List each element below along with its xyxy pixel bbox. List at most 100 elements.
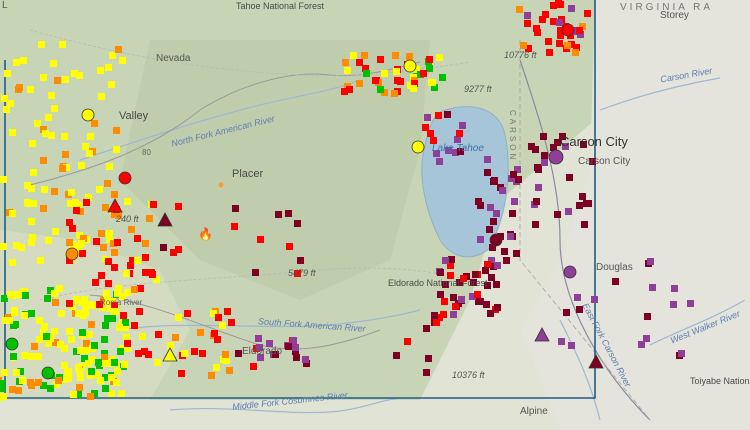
sensor-square-icon[interactable] xyxy=(292,344,299,351)
sensor-square-icon[interactable] xyxy=(250,363,257,370)
sensor-square-icon[interactable] xyxy=(36,336,43,343)
sensor-square-icon[interactable] xyxy=(406,53,413,60)
sensor-square-icon[interactable] xyxy=(3,106,10,113)
sensor-square-icon[interactable] xyxy=(29,234,36,241)
sensor-square-icon[interactable] xyxy=(80,312,87,319)
sensor-square-icon[interactable] xyxy=(344,67,351,74)
sensor-square-icon[interactable] xyxy=(272,351,279,358)
sensor-square-icon[interactable] xyxy=(100,244,107,251)
sensor-square-icon[interactable] xyxy=(51,188,58,195)
sensor-square-icon[interactable] xyxy=(420,70,427,77)
sensor-square-icon[interactable] xyxy=(115,212,122,219)
sensor-square-icon[interactable] xyxy=(101,360,108,367)
sensor-square-icon[interactable] xyxy=(71,70,78,77)
sensor-square-icon[interactable] xyxy=(294,220,301,227)
sensor-square-icon[interactable] xyxy=(533,198,540,205)
sensor-square-icon[interactable] xyxy=(540,133,547,140)
sensor-square-icon[interactable] xyxy=(66,300,73,307)
sensor-square-icon[interactable] xyxy=(513,250,520,257)
sensor-square-icon[interactable] xyxy=(40,74,47,81)
sensor-square-icon[interactable] xyxy=(444,111,451,118)
sensor-square-icon[interactable] xyxy=(393,352,400,359)
sensor-square-icon[interactable] xyxy=(35,353,42,360)
sensor-square-icon[interactable] xyxy=(83,199,90,206)
monitor-circle-icon[interactable] xyxy=(411,140,425,154)
sensor-square-icon[interactable] xyxy=(104,315,111,322)
sensor-square-icon[interactable] xyxy=(554,139,561,146)
sensor-square-icon[interactable] xyxy=(9,386,16,393)
sensor-square-icon[interactable] xyxy=(105,280,112,287)
sensor-square-icon[interactable] xyxy=(102,204,109,211)
sensor-square-icon[interactable] xyxy=(397,78,404,85)
sensor-square-icon[interactable] xyxy=(678,350,685,357)
sensor-square-icon[interactable] xyxy=(137,285,144,292)
sensor-square-icon[interactable] xyxy=(275,211,282,218)
sensor-square-icon[interactable] xyxy=(670,301,677,308)
sensor-square-icon[interactable] xyxy=(550,2,557,9)
sensor-square-icon[interactable] xyxy=(439,74,446,81)
sensor-square-icon[interactable] xyxy=(113,146,120,153)
sensor-square-icon[interactable] xyxy=(27,86,34,93)
sensor-square-icon[interactable] xyxy=(37,257,44,264)
sensor-square-icon[interactable] xyxy=(556,40,563,47)
sensor-square-icon[interactable] xyxy=(21,312,28,319)
sensor-square-icon[interactable] xyxy=(70,391,77,398)
sensor-square-icon[interactable] xyxy=(102,385,109,392)
sensor-square-icon[interactable] xyxy=(65,375,72,382)
sensor-square-icon[interactable] xyxy=(437,291,444,298)
sensor-square-icon[interactable] xyxy=(79,329,86,336)
sensor-square-icon[interactable] xyxy=(584,10,591,17)
sensor-square-icon[interactable] xyxy=(103,290,110,297)
sensor-square-icon[interactable] xyxy=(19,377,26,384)
sensor-square-icon[interactable] xyxy=(172,334,179,341)
monitor-triangle-icon[interactable] xyxy=(107,198,123,213)
sensor-square-icon[interactable] xyxy=(450,294,457,301)
sensor-square-icon[interactable] xyxy=(491,177,498,184)
sensor-square-icon[interactable] xyxy=(425,355,432,362)
sensor-square-icon[interactable] xyxy=(13,369,20,376)
sensor-square-icon[interactable] xyxy=(404,338,411,345)
sensor-square-icon[interactable] xyxy=(533,25,540,32)
sensor-square-icon[interactable] xyxy=(6,317,13,324)
sensor-square-icon[interactable] xyxy=(82,302,89,309)
sensor-square-icon[interactable] xyxy=(649,284,656,291)
sensor-square-icon[interactable] xyxy=(15,387,22,394)
sensor-layer[interactable]: 🔥 xyxy=(0,0,750,430)
sensor-square-icon[interactable] xyxy=(423,325,430,332)
sensor-square-icon[interactable] xyxy=(524,20,531,27)
sensor-square-icon[interactable] xyxy=(346,86,353,93)
sensor-square-icon[interactable] xyxy=(285,343,292,350)
sensor-square-icon[interactable] xyxy=(136,308,143,315)
sensor-square-icon[interactable] xyxy=(150,201,157,208)
sensor-square-icon[interactable] xyxy=(524,12,531,19)
sensor-square-icon[interactable] xyxy=(429,79,436,86)
sensor-square-icon[interactable] xyxy=(483,301,490,308)
sensor-square-icon[interactable] xyxy=(79,250,86,257)
sensor-square-icon[interactable] xyxy=(503,257,510,264)
sensor-square-icon[interactable] xyxy=(111,264,118,271)
sensor-square-icon[interactable] xyxy=(363,70,370,77)
sensor-square-icon[interactable] xyxy=(255,335,262,342)
sensor-square-icon[interactable] xyxy=(106,163,113,170)
sensor-square-icon[interactable] xyxy=(117,348,124,355)
sensor-square-icon[interactable] xyxy=(493,210,500,217)
sensor-square-icon[interactable] xyxy=(447,272,454,279)
monitor-circle-icon[interactable] xyxy=(5,337,19,351)
sensor-square-icon[interactable] xyxy=(61,133,68,140)
sensor-square-icon[interactable] xyxy=(91,120,98,127)
sensor-square-icon[interactable] xyxy=(0,243,7,250)
sensor-square-icon[interactable] xyxy=(114,368,121,375)
sensor-square-icon[interactable] xyxy=(15,291,22,298)
sensor-square-icon[interactable] xyxy=(184,310,191,317)
sensor-square-icon[interactable] xyxy=(82,143,89,150)
sensor-square-icon[interactable] xyxy=(105,258,112,265)
sensor-square-icon[interactable] xyxy=(52,228,59,235)
sensor-square-icon[interactable] xyxy=(286,243,293,250)
sensor-square-icon[interactable] xyxy=(475,198,482,205)
sensor-square-icon[interactable] xyxy=(430,137,437,144)
sensor-square-icon[interactable] xyxy=(77,347,84,354)
sensor-square-icon[interactable] xyxy=(119,57,126,64)
sensor-square-icon[interactable] xyxy=(160,244,167,251)
sensor-square-icon[interactable] xyxy=(0,393,7,400)
sensor-square-icon[interactable] xyxy=(111,359,118,366)
